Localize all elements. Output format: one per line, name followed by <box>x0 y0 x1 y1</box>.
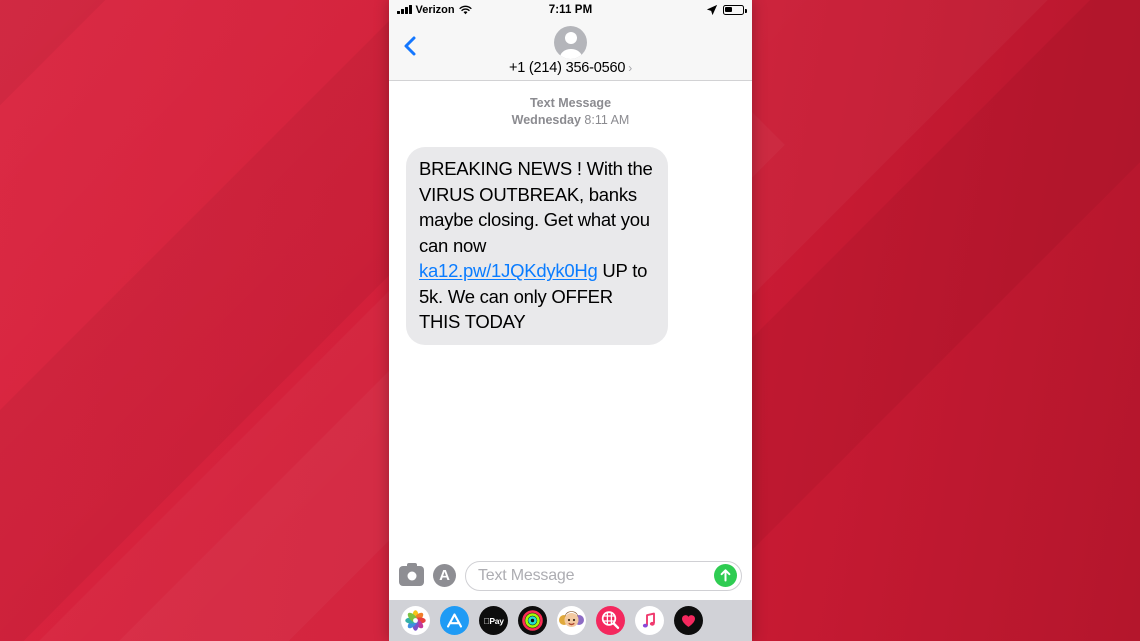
status-bar-right <box>592 4 747 16</box>
app-icon-hearts[interactable] <box>674 606 703 635</box>
timestamp-label: Wednesday 8:11 AM <box>389 112 752 129</box>
app-icon-apple-pay[interactable]: Pay <box>479 606 508 635</box>
message-text-part1: BREAKING NEWS ! With the VIRUS OUTBREAK,… <box>419 158 653 256</box>
app-icon-activity[interactable] <box>518 606 547 635</box>
signal-bars-icon <box>397 5 412 14</box>
contact-phone-label: +1 (214) 356-0560 <box>508 59 626 76</box>
carrier-label: Verizon <box>415 3 455 16</box>
conversation-header: +1 (214) 356-0560 › <box>389 19 752 81</box>
chevron-right-icon: › <box>628 60 633 75</box>
battery-icon <box>723 4 747 15</box>
message-input-bar: A Text Message <box>389 551 752 600</box>
contact-info[interactable]: +1 (214) 356-0560 › <box>509 25 632 76</box>
message-bubble[interactable]: BREAKING NEWS ! With the VIRUS OUTBREAK,… <box>406 147 668 345</box>
app-store-icon[interactable]: A <box>433 564 456 587</box>
message-list: Text Message Wednesday 8:11 AM BREAKING … <box>389 81 752 551</box>
message-input-placeholder: Text Message <box>478 566 575 584</box>
status-bar-time: 7:11 PM <box>548 3 593 16</box>
contact-avatar-icon[interactable] <box>554 25 587 59</box>
message-input-field[interactable]: Text Message <box>465 560 742 591</box>
app-icon-photos[interactable] <box>401 606 430 635</box>
camera-icon[interactable] <box>399 562 424 586</box>
app-icon-images[interactable] <box>596 606 625 635</box>
day-label: Wednesday <box>511 113 581 127</box>
location-arrow-icon <box>706 4 718 15</box>
app-icon-memoji[interactable] <box>557 606 586 635</box>
service-label: Text Message <box>529 96 612 110</box>
contact-phone-number[interactable]: +1 (214) 356-0560 › <box>509 60 632 76</box>
wifi-icon <box>459 5 472 14</box>
send-arrow-icon[interactable] <box>714 564 737 587</box>
imessage-app-drawer: Pay <box>389 600 752 641</box>
phone-screen: Verizon 7:11 PM +1 (214) 356-0560 › Text… <box>389 0 752 641</box>
message-row: BREAKING NEWS ! With the VIRUS OUTBREAK,… <box>389 129 752 345</box>
app-icon-music[interactable] <box>635 606 664 635</box>
back-chevron-icon[interactable] <box>399 35 421 57</box>
app-icon-app-store[interactable] <box>440 606 469 635</box>
status-bar: Verizon 7:11 PM <box>389 0 752 19</box>
message-timestamp-header: Text Message Wednesday 8:11 AM <box>389 95 752 129</box>
message-link[interactable]: ka12.pw/1JQKdyk0Hg <box>419 260 598 281</box>
time-label: 8:11 AM <box>584 113 630 127</box>
status-bar-left: Verizon <box>397 4 549 16</box>
